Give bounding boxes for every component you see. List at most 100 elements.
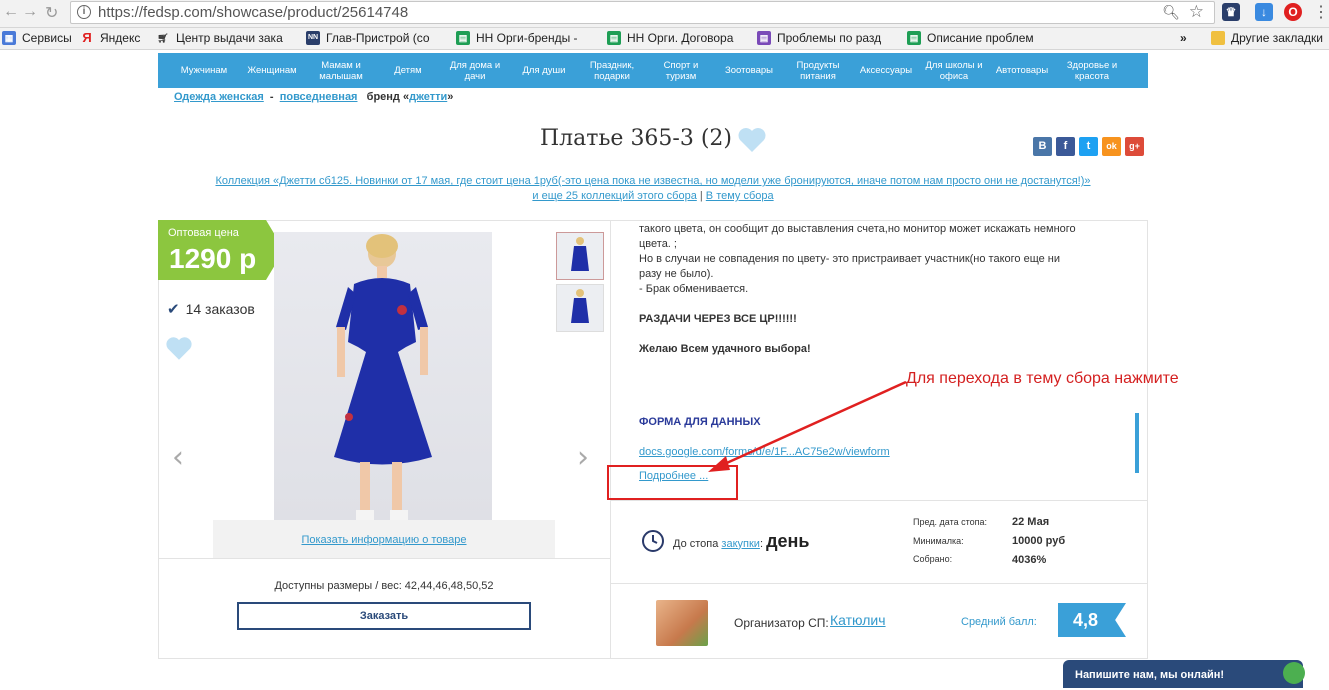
breadcrumb-women-clothing[interactable]: Одежда женская bbox=[174, 91, 264, 103]
sheets-icon: ▤ bbox=[907, 31, 921, 45]
bookmark-nn-contracts[interactable]: ▤ НН Орги. Договора bbox=[607, 31, 733, 45]
google-plus-share-icon[interactable]: g+ bbox=[1125, 137, 1144, 156]
nav-soul[interactable]: Для души bbox=[514, 53, 574, 88]
stop-date-value: 22 Мая bbox=[1012, 516, 1050, 528]
panel-divider bbox=[610, 220, 611, 659]
bookmark-services[interactable]: ▦ Сервисы bbox=[2, 31, 72, 45]
annotation-arrow-icon bbox=[708, 380, 907, 472]
apps-icon: ▦ bbox=[2, 31, 16, 45]
stop-date-label: Пред. дата стопа: bbox=[913, 517, 988, 527]
stop-colon: : bbox=[759, 537, 763, 550]
nav-pets[interactable]: Зоотовары bbox=[717, 53, 781, 88]
twitter-share-icon[interactable]: t bbox=[1079, 137, 1098, 156]
bookmark-nn-brands[interactable]: ▤ НН Орги-бренды - bbox=[456, 31, 578, 45]
info-icon[interactable]: i bbox=[77, 5, 91, 19]
bookmark-label: Сервисы bbox=[22, 31, 72, 45]
opera-extension-icon[interactable]: O bbox=[1284, 3, 1302, 21]
bookmark-yandex[interactable]: Я Яндекс bbox=[80, 31, 141, 46]
bookmark-label: Описание проблем bbox=[927, 31, 1034, 45]
left-divider bbox=[158, 558, 610, 559]
breadcrumb-brand-suffix: » bbox=[447, 91, 454, 103]
other-bookmarks[interactable]: Другие закладки bbox=[1211, 31, 1323, 45]
forward-arrow-icon[interactable]: → bbox=[22, 3, 38, 21]
folder-icon bbox=[1211, 31, 1225, 45]
bookmark-label: Проблемы по разд bbox=[777, 31, 882, 45]
thumbnail-dress-image bbox=[571, 237, 589, 271]
nav-sport[interactable]: Спорт и туризм bbox=[652, 53, 710, 88]
chat-status-icon bbox=[1283, 662, 1305, 684]
orders-count: ✔ 14 заказов bbox=[167, 300, 255, 318]
forms-icon: ▤ bbox=[757, 31, 771, 45]
nav-school[interactable]: Для школы и офиса bbox=[924, 53, 984, 88]
breadcrumb-casual[interactable]: повседневная bbox=[280, 91, 358, 103]
bookmark-glav[interactable]: NN Глав-Пристрой (со bbox=[306, 31, 430, 45]
menu-icon[interactable]: ⋮ bbox=[1313, 2, 1329, 22]
collected-label: Собрано: bbox=[913, 554, 953, 564]
purchase-link[interactable]: закупки bbox=[721, 538, 760, 550]
collection-line: Коллекция «Джетти сб125. Новинки от 17 м… bbox=[120, 175, 1186, 187]
dress-image bbox=[334, 234, 432, 520]
bookmark-label: Центр выдачи зака bbox=[176, 31, 283, 45]
description-scrollbar[interactable] bbox=[1135, 413, 1139, 473]
stop-value: день bbox=[766, 530, 810, 551]
show-info-link[interactable]: Показать информацию о товаре bbox=[301, 534, 466, 546]
product-photo[interactable] bbox=[274, 232, 492, 520]
bookmark-label: НН Орги. Договора bbox=[627, 31, 734, 45]
bookmark-center[interactable]: 🛒︎ Центр выдачи зака bbox=[156, 31, 283, 45]
address-bar[interactable]: i https://fedsp.com/showcase/product/256… bbox=[70, 1, 1215, 24]
nav-kids[interactable]: Детям bbox=[384, 53, 432, 88]
nav-women[interactable]: Женщинам bbox=[242, 53, 302, 88]
category-nav: Мужчинам Женщинам Мамам и малышам Детям … bbox=[158, 53, 1148, 88]
prev-image-arrow-icon[interactable]: ‹ bbox=[172, 440, 184, 475]
reload-icon[interactable]: ↻ bbox=[45, 3, 58, 23]
collection-link[interactable]: Коллекция «Джетти сб125. Новинки от 17 м… bbox=[215, 175, 1090, 187]
sheets-icon: ▤ bbox=[607, 31, 621, 45]
bookmark-problems[interactable]: ▤ Проблемы по разд bbox=[757, 31, 881, 45]
desc-line: такого цвета, он сообщит до выставления … bbox=[639, 223, 1076, 235]
nav-health[interactable]: Здоровье и красота bbox=[1059, 53, 1125, 88]
favorite-heart-small-icon[interactable] bbox=[165, 336, 193, 361]
order-button[interactable]: Заказать bbox=[237, 602, 531, 630]
nav-accessories[interactable]: Аксессуары bbox=[854, 53, 918, 88]
nav-home[interactable]: Для дома и дачи bbox=[444, 53, 506, 88]
thumbnail-1[interactable] bbox=[556, 232, 604, 280]
bookmarks-bar: ▦ Сервисы Я Яндекс 🛒︎ Центр выдачи зака … bbox=[0, 28, 1329, 50]
favorite-heart-icon[interactable] bbox=[737, 127, 767, 153]
stop-label: До стопа bbox=[673, 537, 719, 550]
bookmark-star-icon[interactable]: ☆ bbox=[1189, 2, 1204, 22]
nav-moms[interactable]: Мамам и малышам bbox=[311, 53, 371, 88]
stop-info: До стопа закупки: день bbox=[641, 529, 809, 553]
chat-widget[interactable]: Напишите нам, мы онлайн! bbox=[1063, 660, 1303, 688]
nav-food[interactable]: Продукты питания bbox=[786, 53, 850, 88]
right-divider-1 bbox=[611, 500, 1148, 501]
sheets-icon: ▤ bbox=[456, 31, 470, 45]
extension-icon[interactable]: ♛ bbox=[1222, 3, 1240, 21]
download-extension-icon[interactable]: ↓ bbox=[1255, 3, 1273, 21]
price-badge: Оптовая цена 1290 р bbox=[158, 220, 284, 280]
more-collections-link[interactable]: и еще 25 коллекций этого сбора bbox=[532, 190, 696, 202]
vk-share-icon[interactable]: В bbox=[1033, 137, 1052, 156]
facebook-share-icon[interactable]: f bbox=[1056, 137, 1075, 156]
nav-auto[interactable]: Автотовары bbox=[990, 53, 1054, 88]
bookmark-description[interactable]: ▤ Описание проблем bbox=[907, 31, 1034, 45]
bookmark-label: Глав-Пристрой (со bbox=[326, 31, 430, 45]
organizer-avatar[interactable] bbox=[656, 600, 708, 646]
nav-holiday[interactable]: Праздник, подарки bbox=[581, 53, 643, 88]
organizer-name-link[interactable]: Катюлич bbox=[830, 612, 886, 628]
back-arrow-icon[interactable]: ← bbox=[3, 3, 19, 21]
breadcrumb-brand-prefix: бренд « bbox=[366, 91, 410, 103]
breadcrumb: Одежда женская - повседневная бренд «дже… bbox=[174, 91, 453, 103]
to-topic-link[interactable]: В тему сбора bbox=[706, 190, 774, 202]
desc-line: разу не было). bbox=[639, 268, 714, 280]
next-image-arrow-icon[interactable]: › bbox=[577, 440, 589, 475]
nav-men[interactable]: Мужчинам bbox=[174, 53, 234, 88]
search-icon[interactable]: 🔍︎ bbox=[1162, 4, 1180, 21]
url-text[interactable]: https://fedsp.com/showcase/product/25614… bbox=[98, 4, 408, 21]
bookmark-label: Другие закладки bbox=[1231, 31, 1323, 45]
thumbnail-2[interactable] bbox=[556, 284, 604, 332]
bookmark-label: Яндекс bbox=[100, 31, 141, 45]
price-label: Оптовая цена bbox=[168, 227, 239, 239]
more-bookmarks-button[interactable]: » bbox=[1180, 31, 1187, 45]
breadcrumb-brand[interactable]: джетти bbox=[409, 91, 447, 103]
odnoklassniki-share-icon[interactable]: ok bbox=[1102, 137, 1121, 156]
